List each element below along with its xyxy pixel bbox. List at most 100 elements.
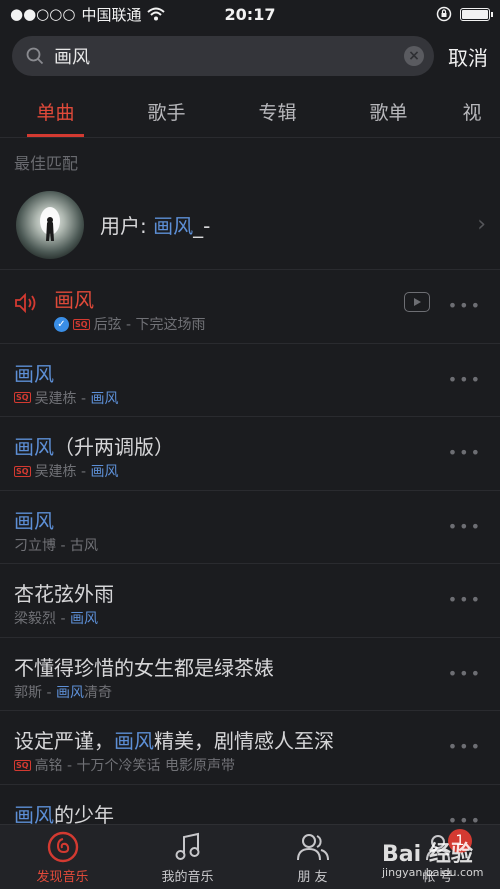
song-title-part: （升两调版）	[54, 435, 174, 459]
song-title-part: 设定严谨，	[14, 729, 114, 753]
song-title-part: 画风	[14, 802, 54, 827]
nav-label-discover: 发现音乐	[36, 870, 89, 885]
song-subtitle: SQ 高铭 - 十万个冷笑话 电影原声带	[14, 755, 235, 775]
friends-icon	[295, 828, 331, 866]
chevron-right-icon: ›	[477, 212, 486, 237]
tab-videos[interactable]: 视	[444, 88, 500, 137]
user-prefix: 用户:	[100, 214, 154, 238]
mv-play-icon[interactable]	[404, 292, 430, 312]
song-title: 不懂得珍惜的女生都是绿茶婊	[14, 652, 274, 681]
more-options-icon[interactable]: •••	[448, 664, 482, 683]
song-title: 画风	[54, 284, 94, 313]
signal-strength: ●●○○○	[10, 5, 76, 23]
tab-albums[interactable]: 专辑	[222, 88, 333, 137]
more-options-icon[interactable]: •••	[448, 296, 482, 315]
song-title: 设定严谨，画风精美，剧情感人至深	[14, 725, 334, 754]
song-row[interactable]: 画风 ✓ SQ 后弦 - 下完这场雨 •••	[0, 270, 500, 344]
sq-quality-icon: SQ	[14, 759, 31, 771]
user-name-highlight: 画风	[153, 214, 194, 238]
song-title-part: 不懂得珍惜的女生都是绿茶婊	[14, 655, 274, 680]
nav-label-friends: 朋 友	[297, 870, 328, 885]
song-subtitle-part: 画风	[69, 611, 98, 627]
song-subtitle-part: 吴建栋 -	[34, 390, 91, 407]
song-subtitle-part: 后弦 - 下完这场雨	[93, 317, 206, 333]
song-subtitle-part: 画风	[90, 464, 119, 480]
nav-discover[interactable]: 发现音乐	[0, 825, 125, 889]
song-title-part: 画风	[14, 435, 54, 459]
song-subtitle-part: 清奇	[83, 684, 112, 701]
battery-icon	[460, 7, 493, 21]
status-right	[436, 6, 493, 22]
more-options-icon[interactable]: •••	[448, 737, 482, 756]
best-match-user-row[interactable]: 用户: 画风_- ›	[0, 180, 500, 270]
battery-fill	[462, 9, 488, 19]
song-subtitle-part: 郭斯 -	[14, 684, 56, 701]
sq-quality-icon: SQ	[14, 392, 31, 403]
more-options-icon[interactable]: •••	[448, 517, 482, 536]
song-row[interactable]: 杏花弦外雨 梁毅烈 - 画风 •••	[0, 564, 500, 638]
song-title: 画风	[14, 505, 54, 534]
song-subtitle: SQ 吴建栋 - 画风	[14, 388, 119, 408]
carrier-name: 中国联通	[81, 5, 142, 24]
song-subtitle: 刁立博 - 古风	[14, 535, 98, 555]
song-subtitle-part: 梁毅烈 -	[14, 611, 70, 627]
song-subtitle: 郭斯 - 画风清奇	[14, 682, 112, 702]
song-row[interactable]: 设定严谨，画风精美，剧情感人至深 SQ 高铭 - 十万个冷笑话 电影原声带 •••	[0, 711, 500, 785]
tab-playlists[interactable]: 歌单	[333, 88, 444, 137]
tab-songs[interactable]: 单曲	[0, 88, 111, 137]
song-title: 杏花弦外雨	[14, 578, 114, 607]
song-title-part: 精美，剧情感人至深	[154, 729, 334, 753]
netease-music-icon	[46, 828, 80, 866]
category-tabs: 单曲 歌手 专辑 歌单 视	[0, 88, 500, 138]
wifi-icon	[147, 7, 166, 21]
nav-label-my-music: 我的音乐	[161, 870, 214, 885]
music-note-icon	[171, 828, 205, 866]
watermark-url: jingyan.baidu.com	[382, 866, 484, 879]
more-options-icon[interactable]: •••	[448, 443, 482, 462]
song-artist-album: 吴建栋 - 画风	[35, 461, 119, 481]
song-title-part: 画风	[14, 508, 54, 533]
sq-quality-icon: SQ	[14, 465, 31, 477]
search-row: × 取消	[0, 34, 500, 78]
baidu-jingyan-watermark: Bai 经验	[382, 842, 473, 867]
status-left: ●●○○○ 中国联通	[10, 4, 166, 25]
more-options-icon[interactable]: •••	[448, 370, 482, 389]
song-artist-album: 后弦 - 下完这场雨	[94, 314, 206, 334]
search-input[interactable]	[54, 45, 394, 67]
user-name-suffix: _-	[193, 214, 211, 238]
rotation-lock-icon	[436, 6, 452, 22]
search-box[interactable]: ×	[12, 36, 434, 76]
song-subtitle-part: 高铭 - 十万个冷笑话 电影原声带	[34, 758, 235, 774]
song-artist-album: 吴建栋 - 画风	[35, 388, 119, 408]
song-subtitle-part: 画风	[90, 390, 119, 407]
song-subtitle: 梁毅烈 - 画风	[14, 608, 98, 628]
song-artist-album: 刁立博 - 古风	[14, 535, 98, 555]
nav-my-music[interactable]: 我的音乐	[125, 825, 250, 889]
status-bar: ●●○○○ 中国联通 20:17	[0, 0, 500, 28]
song-subtitle-part: 画风	[55, 684, 84, 701]
song-title-part: 杏花弦外雨	[14, 582, 114, 606]
close-circle-icon[interactable]: ×	[404, 46, 424, 66]
verified-check-icon: ✓	[54, 316, 69, 332]
song-subtitle-part: 刁立博 - 古风	[14, 537, 98, 554]
tab-artists[interactable]: 歌手	[111, 88, 222, 137]
song-title-part: 画风	[14, 361, 54, 386]
song-subtitle-part: 吴建栋 -	[34, 464, 91, 480]
song-title: 画风	[14, 358, 54, 387]
more-options-icon[interactable]: •••	[448, 590, 482, 609]
song-row[interactable]: 画风刁立博 - 古风 •••	[0, 491, 500, 564]
song-artist-album: 高铭 - 十万个冷笑话 电影原声带	[35, 755, 235, 775]
song-artist-album: 梁毅烈 - 画风	[14, 608, 98, 628]
nav-friends[interactable]: 朋 友	[250, 825, 375, 889]
song-list: 画风 ✓ SQ 后弦 - 下完这场雨 ••• 画风 SQ 吴建栋 - 画风 ••• 画风（升两调版…	[0, 270, 500, 858]
avatar	[16, 190, 84, 259]
best-match-user-name: 用户: 画风_-	[100, 210, 477, 239]
song-row[interactable]: 画风 SQ 吴建栋 - 画风 •••	[0, 344, 500, 417]
song-row[interactable]: 不懂得珍惜的女生都是绿茶婊 郭斯 - 画风清奇 •••	[0, 638, 500, 711]
song-title: 画风（升两调版）	[14, 431, 174, 460]
song-artist-album: 郭斯 - 画风清奇	[14, 682, 112, 702]
song-row[interactable]: 画风（升两调版） SQ 吴建栋 - 画风 •••	[0, 417, 500, 491]
cancel-button[interactable]: 取消	[448, 42, 488, 71]
sq-quality-icon: SQ	[73, 318, 90, 330]
song-title-part: 画风	[114, 729, 154, 753]
